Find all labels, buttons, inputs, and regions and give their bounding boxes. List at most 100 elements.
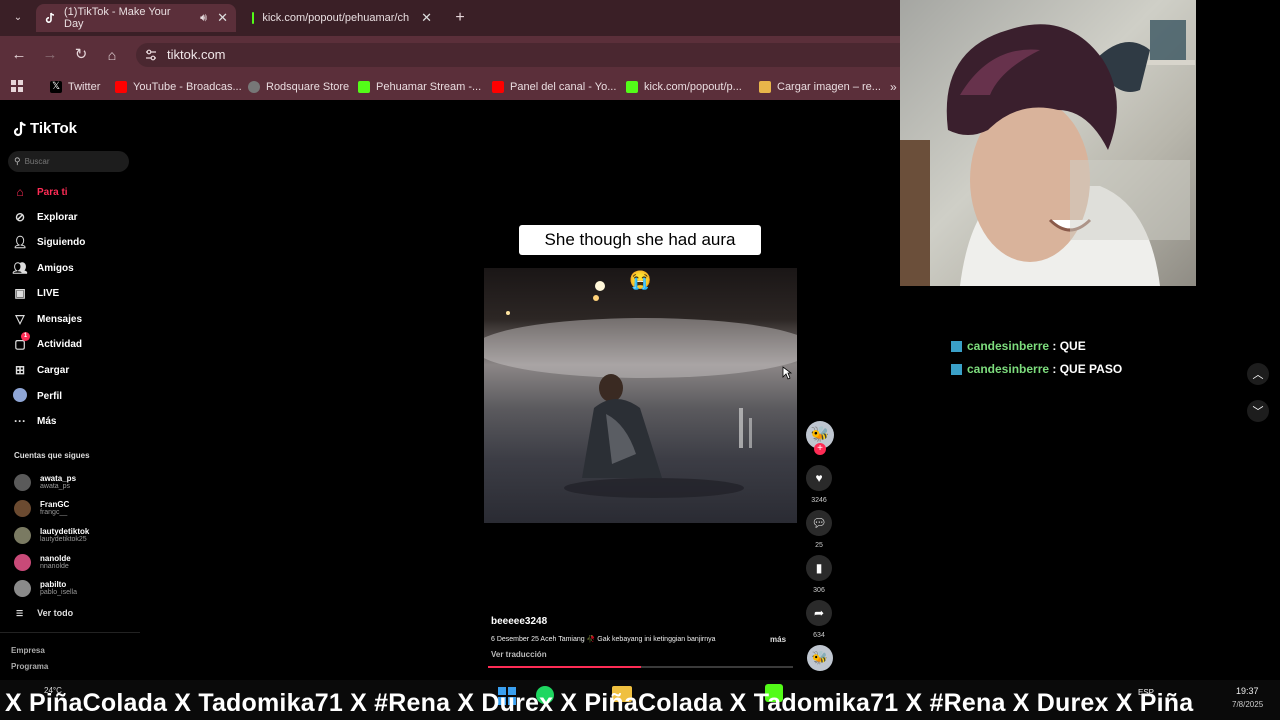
tab-close-icon[interactable]: ✕: [421, 10, 432, 26]
follow-plus-icon[interactable]: +: [814, 443, 826, 455]
list-icon: ☰: [16, 608, 24, 618]
stream-ticker: 24°C X PiñaColada X Tadomika71 X #Rena X…: [0, 680, 1280, 720]
browser-window: ⌄ (1)TikTok - Make Your Day 🔊︎ ✕ kick.co…: [0, 0, 900, 680]
activity-badge: 1: [21, 332, 30, 341]
more-dots-icon: ···: [14, 414, 26, 428]
nav-siguiendo[interactable]: 👤︎ Siguiendo: [12, 231, 85, 253]
x-logo-icon: 𝕏: [50, 81, 62, 93]
nav-mas[interactable]: ··· Más: [12, 410, 56, 432]
following-item[interactable]: FranGC frangc__: [14, 496, 69, 520]
video-progress-fill: [488, 666, 641, 668]
clock-time[interactable]: 19:37: [1236, 686, 1259, 696]
bookmark-pehuamar-stream[interactable]: Pehuamar Stream -...: [358, 79, 481, 95]
clock-date[interactable]: 7/8/2025: [1232, 700, 1263, 709]
scroll-down-chevron-icon[interactable]: ﹀: [1247, 400, 1269, 422]
mouse-cursor-icon: [782, 366, 793, 380]
bookmark-rodsquare[interactable]: Rodsquare Store: [248, 79, 349, 95]
heart-icon[interactable]: ♥: [806, 465, 832, 491]
new-tab-plus-icon[interactable]: +: [450, 8, 470, 28]
translate-link[interactable]: Ver traducción: [491, 650, 547, 659]
site-info-icon[interactable]: [144, 48, 158, 62]
forward-arrow-icon[interactable]: →: [40, 45, 60, 65]
footer-link-empresa[interactable]: Empresa: [11, 646, 45, 655]
nav-para-ti[interactable]: ⌂ Para ti: [12, 181, 67, 203]
divider: [0, 632, 140, 633]
nav-mensajes[interactable]: ▽ Mensajes: [12, 308, 82, 330]
chat-message: candesinberre : QUE: [951, 338, 1086, 354]
following-item[interactable]: awata_ps awata_ps: [14, 470, 76, 494]
rodsquare-icon: [248, 81, 260, 93]
nav-actividad[interactable]: ▢ 1 Actividad: [12, 332, 82, 355]
more-link[interactable]: más: [770, 635, 786, 644]
video-frame: [484, 281, 797, 498]
search-icon: ⚲: [14, 156, 21, 166]
avatar: [14, 553, 31, 571]
footer-link-programa[interactable]: Programa: [11, 662, 48, 671]
tiktok-logo[interactable]: TikTok: [13, 120, 77, 137]
address-bar[interactable]: [136, 43, 900, 67]
tiktok-note-icon: [13, 121, 27, 137]
save-action[interactable]: ▮ 306: [806, 555, 832, 594]
tab-label: kick.com/popout/pehuamar/ch: [262, 12, 410, 24]
nav-perfil[interactable]: Perfil: [12, 385, 62, 407]
tab-bar: ⌄ (1)TikTok - Make Your Day 🔊︎ ✕ kick.co…: [0, 0, 900, 36]
messages-icon: ▽: [15, 312, 25, 326]
language-indicator[interactable]: ESP: [1138, 688, 1154, 697]
chat-badge-icon: [951, 363, 962, 375]
tab-tiktok[interactable]: (1)TikTok - Make Your Day 🔊︎ ✕: [36, 4, 236, 32]
nav-live[interactable]: ▣ LIVE: [12, 282, 59, 304]
share-arrow-icon[interactable]: ➦: [806, 600, 832, 626]
tab-label: (1)TikTok - Make Your Day: [64, 6, 171, 30]
tab-search-chevron-icon[interactable]: ⌄: [8, 8, 28, 28]
bookmark-youtube[interactable]: YouTube - Broadcas...: [115, 79, 242, 95]
following-item[interactable]: lautydetiktok lautydetiktok25: [14, 523, 89, 547]
tab-kick[interactable]: kick.com/popout/pehuamar/ch ✕: [244, 4, 440, 32]
music-disc-icon[interactable]: 🐝: [807, 645, 833, 671]
nav-cargar[interactable]: ⊞ Cargar: [12, 359, 69, 381]
back-arrow-icon[interactable]: ←: [9, 45, 29, 65]
kick-icon: [358, 81, 370, 93]
activity-icon: ▢ 1: [12, 332, 30, 351]
video-progress-bar[interactable]: [488, 666, 793, 668]
avatar: [14, 473, 31, 491]
home-icon[interactable]: ⌂: [102, 45, 122, 65]
nav-amigos[interactable]: 👥︎ Amigos: [12, 257, 73, 279]
avatar: [14, 499, 31, 517]
avatar: [14, 579, 31, 597]
see-all-link[interactable]: ☰ Ver todo: [16, 608, 73, 618]
bookmarks-overflow-icon[interactable]: »: [890, 79, 897, 95]
home-icon: ⌂: [16, 185, 24, 199]
video-caption-overlay: She though she had aura: [519, 225, 761, 255]
like-action[interactable]: ♥ 3246: [806, 465, 832, 504]
following-header: Cuentas que sigues: [14, 451, 90, 460]
bookmark-panel-canal[interactable]: Panel del canal - Yo...: [492, 79, 616, 95]
nav-explorar[interactable]: ⊘ Explorar: [12, 206, 78, 228]
scroll-up-chevron-icon[interactable]: ︿: [1247, 363, 1269, 385]
reload-icon[interactable]: ↻: [71, 45, 91, 65]
following-item[interactable]: pabilto pablo_isella: [14, 576, 77, 600]
comment-action[interactable]: 💬︎ 25: [806, 510, 832, 549]
apps-grid-icon[interactable]: [10, 79, 26, 95]
ticker-text: X PiñaColada X Tadomika71 X #Rena X Dure…: [5, 689, 1194, 717]
bookmark-twitter[interactable]: 𝕏 Twitter: [50, 79, 100, 95]
speaker-icon[interactable]: 🔊︎: [200, 12, 207, 25]
avatar: [14, 526, 31, 544]
video-description: 6 Desember 25 Aceh Tamiang 🥀 Gak kebayan…: [491, 636, 716, 643]
image-upload-icon: [759, 81, 771, 93]
tab-close-icon[interactable]: ✕: [217, 10, 228, 26]
compass-icon: ⊘: [14, 210, 26, 224]
chat-message: candesinberre : QUE PASO: [951, 361, 1122, 377]
search-input[interactable]: ⚲ Buscar: [8, 151, 129, 172]
upload-plus-icon: ⊞: [14, 363, 26, 377]
share-action[interactable]: ➦ 634: [806, 600, 832, 639]
bookmark-icon[interactable]: ▮: [806, 555, 832, 581]
webcam-image: [900, 20, 1195, 286]
chat-badge-icon: [951, 340, 962, 352]
video-player[interactable]: 😭: [484, 268, 797, 523]
following-user-icon: 👤︎: [12, 235, 28, 249]
bookmark-cargar-imagen[interactable]: Cargar imagen – re...: [759, 79, 881, 95]
following-item[interactable]: nanolde nnanolde: [14, 550, 71, 574]
comment-bubble-icon[interactable]: 💬︎: [806, 510, 832, 536]
video-author[interactable]: beeeee3248: [491, 616, 547, 627]
bookmark-kick-popout[interactable]: kick.com/popout/p...: [626, 79, 742, 95]
